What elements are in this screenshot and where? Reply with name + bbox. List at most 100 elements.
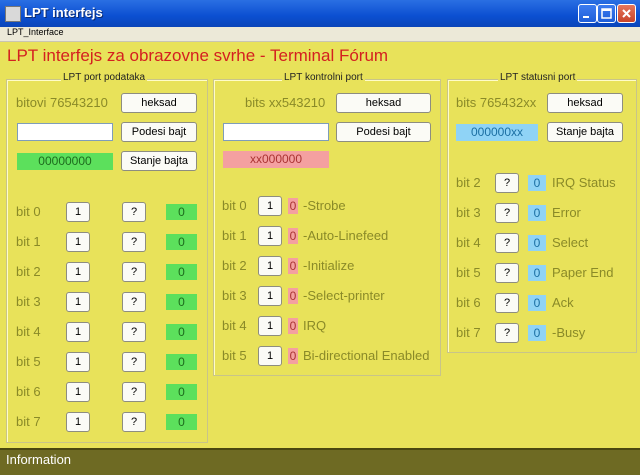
status-port-bit-description: Select xyxy=(552,235,589,250)
status-port-bit-query-button[interactable]: ? xyxy=(495,293,519,313)
status-port-bit-label: bit 2 xyxy=(456,175,481,190)
data-port-bit-value: 0 xyxy=(166,354,197,370)
menu-bar: LPT_Interface xyxy=(0,27,640,42)
status-port-bit-description: IRQ Status xyxy=(552,175,616,190)
minimize-button[interactable] xyxy=(578,4,597,23)
data-port-bit-label: bit 7 xyxy=(16,414,41,429)
maximize-icon xyxy=(601,8,612,19)
data-port-byte-state-button[interactable]: Stanje bajta xyxy=(121,151,197,171)
status-bar: Information xyxy=(0,448,640,475)
data-port-bit-toggle-button[interactable]: 1 xyxy=(66,382,90,402)
data-port-set-byte-button[interactable]: Podesi bajt xyxy=(121,122,197,142)
data-port-bit-value: 0 xyxy=(166,294,197,310)
control-port-bit-description: IRQ xyxy=(303,318,327,333)
control-port-hex-button[interactable]: heksad xyxy=(336,93,431,113)
data-port-bit-label: bit 5 xyxy=(16,354,41,369)
data-port-bits-label: bitovi 76543210 xyxy=(16,95,108,110)
control-port-bit-value: 0 xyxy=(288,198,298,214)
data-port-bit-value: 0 xyxy=(166,234,197,250)
data-port-byte-display: 00000000 xyxy=(17,153,113,170)
status-port-bit-query-button[interactable]: ? xyxy=(495,233,519,253)
data-port-bit-toggle-button[interactable]: 1 xyxy=(66,322,90,342)
data-port-bit-query-button[interactable]: ? xyxy=(122,202,146,222)
control-port-bit-value: 0 xyxy=(288,288,298,304)
data-port-bit-toggle-button[interactable]: 1 xyxy=(66,262,90,282)
data-port-title: LPT port podataka xyxy=(61,72,148,83)
status-port-bit-description: Error xyxy=(552,205,581,220)
data-port-byte-input[interactable] xyxy=(17,123,113,141)
status-port-bit-value: 0 xyxy=(528,175,546,191)
status-port-bit-value: 0 xyxy=(528,205,546,221)
status-bar-text: Information xyxy=(6,452,72,467)
control-port-bit-value: 0 xyxy=(288,258,298,274)
control-port-bit-description: -Strobe xyxy=(303,198,346,213)
data-port-bit-query-button[interactable]: ? xyxy=(122,232,146,252)
data-port-bit-query-button[interactable]: ? xyxy=(122,292,146,312)
minimize-icon xyxy=(583,16,589,18)
data-port-hex-button[interactable]: heksad xyxy=(121,93,197,113)
control-port-byte-display: xx000000 xyxy=(223,151,329,168)
control-port-bit-description: -Select-printer xyxy=(303,288,385,303)
data-port-bit-label: bit 0 xyxy=(16,204,41,219)
control-port-bit-toggle-button[interactable]: 1 xyxy=(258,226,282,246)
app-icon xyxy=(5,6,21,22)
status-port-bit-label: bit 4 xyxy=(456,235,481,250)
status-port-bit-label: bit 7 xyxy=(456,325,481,340)
control-port-bit-value: 0 xyxy=(288,348,298,364)
data-port-bit-toggle-button[interactable]: 1 xyxy=(66,292,90,312)
control-port-bit-toggle-button[interactable]: 1 xyxy=(258,286,282,306)
control-port-bit-label: bit 0 xyxy=(222,198,247,213)
data-port-bit-query-button[interactable]: ? xyxy=(122,382,146,402)
control-port-bit-toggle-button[interactable]: 1 xyxy=(258,346,282,366)
status-port-bit-value: 0 xyxy=(528,295,546,311)
status-port-bit-label: bit 5 xyxy=(456,265,481,280)
data-port-bit-query-button[interactable]: ? xyxy=(122,412,146,432)
status-port-byte-state-button[interactable]: Stanje bajta xyxy=(547,122,623,142)
status-port-bit-query-button[interactable]: ? xyxy=(495,263,519,283)
control-port-bit-description: Bi-directional Enabled xyxy=(303,348,430,363)
data-port-bit-query-button[interactable]: ? xyxy=(122,322,146,342)
status-port-bit-query-button[interactable]: ? xyxy=(495,173,519,193)
data-port-bit-label: bit 4 xyxy=(16,324,41,339)
control-port-bit-value: 0 xyxy=(288,228,298,244)
data-port-bit-toggle-button[interactable]: 1 xyxy=(66,202,90,222)
data-port-bit-value: 0 xyxy=(166,414,197,430)
control-port-bit-description: -Initialize xyxy=(303,258,355,273)
control-port-byte-input[interactable] xyxy=(223,123,329,141)
data-port-bit-value: 0 xyxy=(166,324,197,340)
data-port-bit-toggle-button[interactable]: 1 xyxy=(66,232,90,252)
status-port-bit-value: 0 xyxy=(528,235,546,251)
data-port-bit-value: 0 xyxy=(166,204,197,220)
data-port-bit-value: 0 xyxy=(166,384,197,400)
control-port-bit-toggle-button[interactable]: 1 xyxy=(258,256,282,276)
control-port-bit-value: 0 xyxy=(288,318,298,334)
status-port-bits-label: bits 765432xx xyxy=(456,95,537,110)
control-port-set-byte-button[interactable]: Podesi bajt xyxy=(336,122,431,142)
control-port-bit-label: bit 2 xyxy=(222,258,247,273)
status-port-bit-description: -Busy xyxy=(552,325,586,340)
page-heading: LPT interfejs za obrazovne svrhe - Termi… xyxy=(7,46,389,65)
status-port-hex-button[interactable]: heksad xyxy=(547,93,623,113)
control-port-bit-description: -Auto-Linefeed xyxy=(303,228,389,243)
data-port-bit-query-button[interactable]: ? xyxy=(122,262,146,282)
close-button[interactable] xyxy=(617,4,636,23)
close-icon xyxy=(622,9,631,18)
control-port-title: LPT kontrolni port xyxy=(282,72,365,83)
data-port-bit-toggle-button[interactable]: 1 xyxy=(66,412,90,432)
status-port-bit-query-button[interactable]: ? xyxy=(495,323,519,343)
status-port-bit-value: 0 xyxy=(528,265,546,281)
title-bar[interactable]: LPT interfejs xyxy=(0,0,640,27)
menu-item-lpt-interface[interactable]: LPT_Interface xyxy=(7,27,64,37)
control-port-bit-toggle-button[interactable]: 1 xyxy=(258,196,282,216)
control-port-bit-toggle-button[interactable]: 1 xyxy=(258,316,282,336)
control-port-bit-label: bit 5 xyxy=(222,348,247,363)
status-port-bit-query-button[interactable]: ? xyxy=(495,203,519,223)
control-port-bit-label: bit 3 xyxy=(222,288,247,303)
data-port-bit-value: 0 xyxy=(166,264,197,280)
data-port-bit-label: bit 3 xyxy=(16,294,41,309)
control-port-bits-label: bits xx543210 xyxy=(245,95,326,110)
maximize-button[interactable] xyxy=(597,4,616,23)
data-port-bit-query-button[interactable]: ? xyxy=(122,352,146,372)
data-port-bit-toggle-button[interactable]: 1 xyxy=(66,352,90,372)
data-port-bit-label: bit 6 xyxy=(16,384,41,399)
